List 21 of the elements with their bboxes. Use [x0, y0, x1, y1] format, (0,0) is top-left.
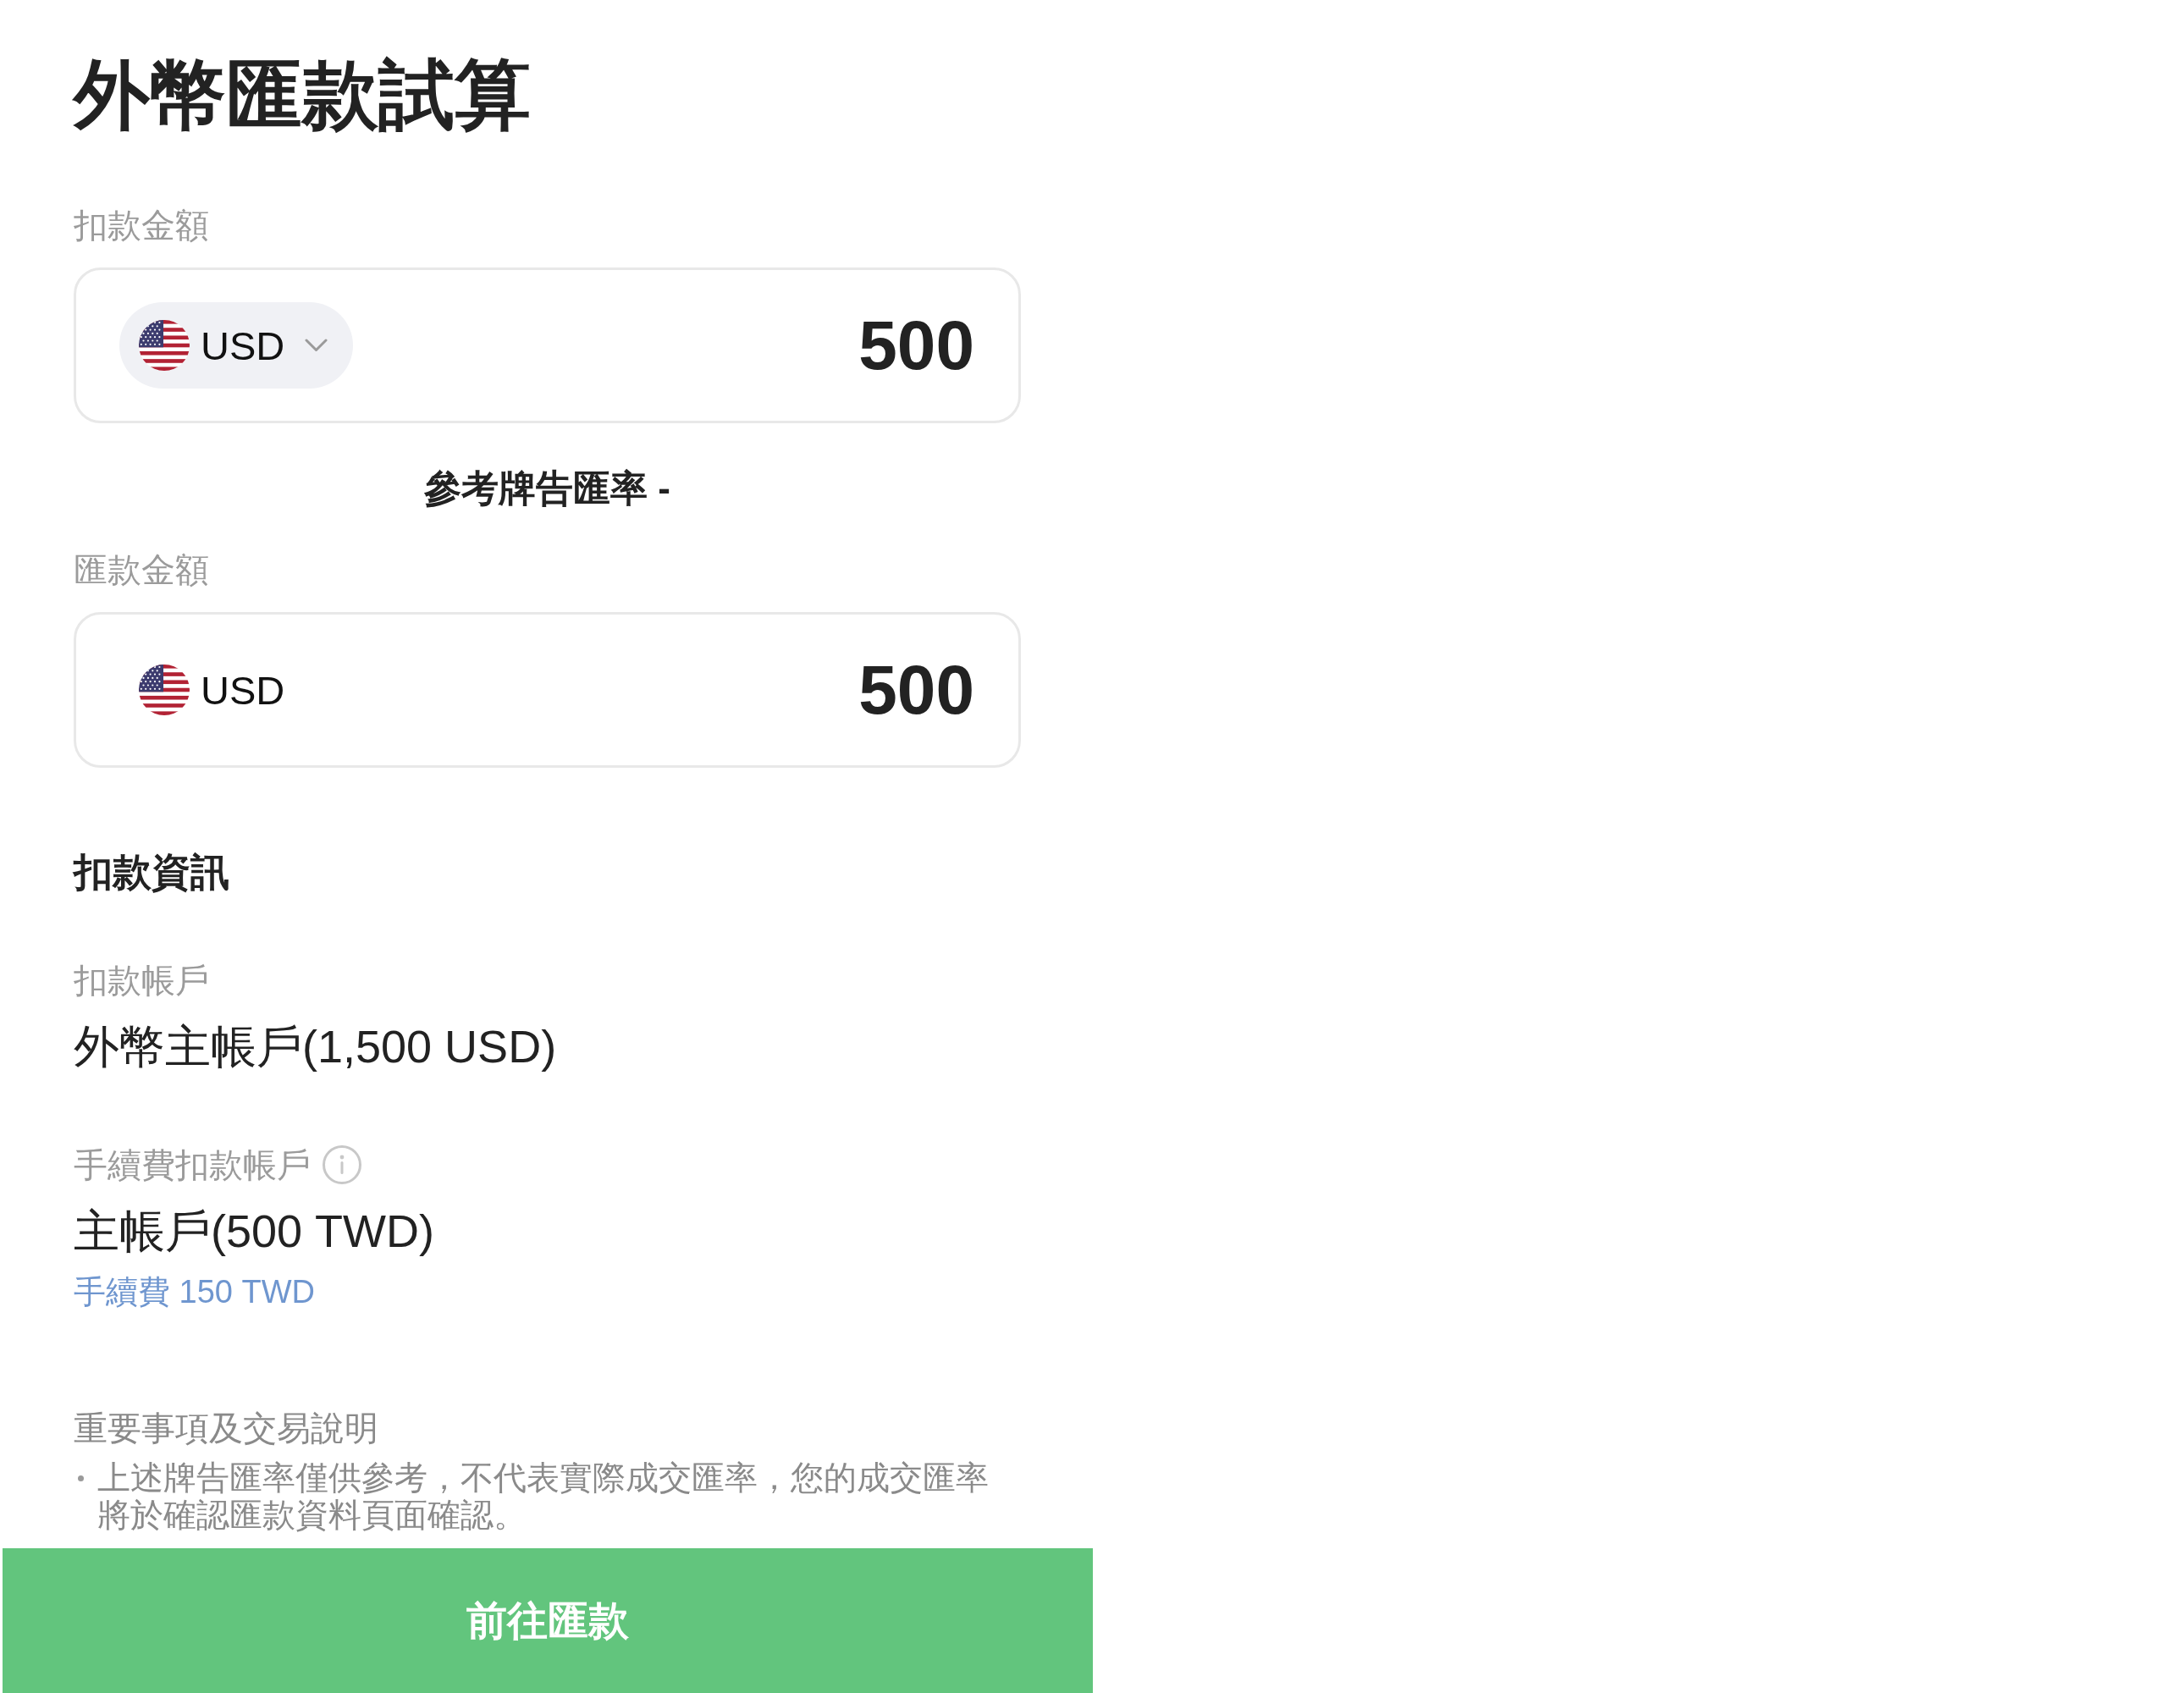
currency-dropdown[interactable]: USD [119, 302, 354, 389]
page-title: 外幣匯款試算 [74, 52, 532, 139]
field-label: 匯款金額 [74, 550, 209, 590]
note-text: 上述牌告匯率僅供參考，不代表實際成交匯率，您的成交匯率將於確認匯款資料頁面確認。 [97, 1459, 990, 1534]
field-label: 扣款帳戶 [74, 961, 209, 1001]
currency-code: USD [201, 666, 285, 714]
flag-icon [139, 665, 190, 715]
info-icon[interactable] [323, 1145, 361, 1184]
field-label: 扣款金額 [74, 206, 209, 245]
field-label: 手續費扣款帳戶 [74, 1145, 311, 1185]
notes-heading: 重要事項及交易說明 [74, 1409, 378, 1448]
reference-rate: 參考牌告匯率 - [424, 466, 670, 510]
amount-value: 500 [858, 306, 974, 385]
bullet-icon [78, 1475, 84, 1481]
chevron-down-icon [305, 339, 328, 352]
fee-note: 手續費 150 TWD [74, 1273, 316, 1311]
amount-field[interactable]: USD 500 [74, 267, 1021, 423]
amount-value: 500 [858, 650, 974, 730]
section-heading: 扣款資訊 [74, 849, 229, 896]
field-value: 主帳戶(500 TWD) [74, 1205, 434, 1258]
field-value: 外幣主帳戶(1,500 USD) [74, 1020, 557, 1073]
